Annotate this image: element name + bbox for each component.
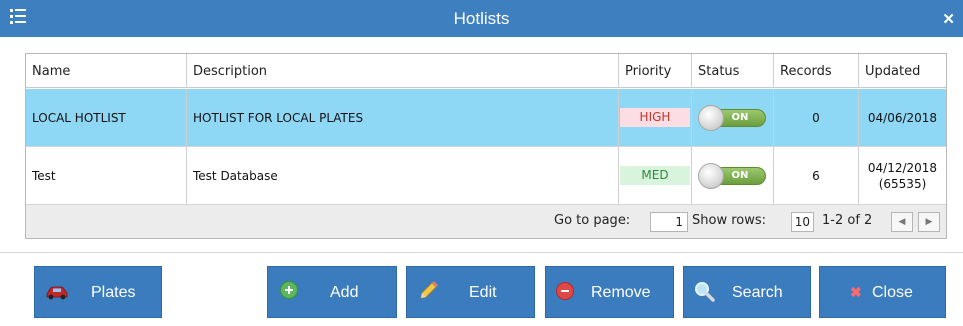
cell-priority: MED <box>619 147 692 204</box>
cell-updated: 04/12/2018 (65535) <box>859 147 946 204</box>
edit-button-label: Edit <box>469 284 497 301</box>
plates-button-label: Plates <box>91 284 136 301</box>
pager: Go to page: 1 Show rows: 10 1-2 of 2 ◀ ▶ <box>26 205 946 238</box>
add-button[interactable]: Add <box>267 266 397 318</box>
car-icon <box>45 284 69 305</box>
table-row[interactable]: Test Test Database MED ON 6 04/12/2018 (… <box>26 147 946 205</box>
grid-header: Name Description Priority Status Records… <box>26 54 946 88</box>
close-button-label: Close <box>872 284 913 301</box>
cell-name: LOCAL HOTLIST <box>26 89 187 146</box>
cell-name: Test <box>26 147 187 204</box>
next-page-button[interactable]: ▶ <box>918 212 940 232</box>
hotlists-grid: Name Description Priority Status Records… <box>25 53 947 239</box>
goto-page-label: Go to page: <box>554 213 631 228</box>
updated-date: 04/06/2018 <box>867 110 938 125</box>
updated-date: 04/12/2018 <box>867 160 938 175</box>
priority-badge: HIGH <box>620 108 690 127</box>
x-icon: ✖ <box>850 284 862 300</box>
magnifier-icon <box>694 281 716 308</box>
column-header-status[interactable]: Status <box>692 54 774 88</box>
cell-description: HOTLIST FOR LOCAL PLATES <box>187 89 619 146</box>
column-header-records[interactable]: Records <box>774 54 859 88</box>
column-header-description[interactable]: Description <box>187 54 619 88</box>
column-header-name[interactable]: Name <box>26 54 187 88</box>
show-rows-select[interactable]: 10 <box>791 212 814 232</box>
search-button-label: Search <box>732 284 783 301</box>
table-row[interactable]: LOCAL HOTLIST HOTLIST FOR LOCAL PLATES H… <box>26 89 946 147</box>
add-button-label: Add <box>330 284 359 301</box>
cell-priority: HIGH <box>619 89 692 146</box>
minus-circle-icon <box>556 282 574 300</box>
search-button[interactable]: Search <box>683 266 811 318</box>
remove-button-label: Remove <box>591 284 651 301</box>
plus-circle-icon <box>280 281 298 299</box>
status-toggle[interactable]: ON <box>697 104 768 131</box>
cell-records: 0 <box>774 89 859 146</box>
goto-page-input[interactable]: 1 <box>650 212 688 232</box>
cell-updated: 04/06/2018 <box>859 89 946 146</box>
column-header-priority[interactable]: Priority <box>619 54 692 88</box>
updated-extra: (65535) <box>878 176 927 191</box>
title-bar: Hotlists ✕ <box>0 0 963 37</box>
status-toggle-label: ON <box>731 111 749 123</box>
status-toggle[interactable]: ON <box>697 162 768 189</box>
close-icon[interactable]: ✕ <box>942 12 955 27</box>
cell-description: Test Database <box>187 147 619 204</box>
prev-page-button[interactable]: ◀ <box>891 212 913 232</box>
show-rows-label: Show rows: <box>692 213 767 228</box>
remove-button[interactable]: Remove <box>545 266 674 318</box>
divider <box>0 252 963 253</box>
plates-button[interactable]: Plates <box>34 266 162 318</box>
window-title: Hotlists <box>453 9 510 28</box>
cell-status: ON <box>692 147 774 204</box>
column-header-updated[interactable]: Updated <box>859 54 946 88</box>
status-toggle-label: ON <box>731 169 749 181</box>
page-range: 1-2 of 2 <box>822 213 873 228</box>
pencil-icon <box>417 280 439 307</box>
priority-badge: MED <box>620 166 690 185</box>
cell-records: 6 <box>774 147 859 204</box>
close-button[interactable]: ✖ Close <box>819 266 946 318</box>
cell-status: ON <box>692 89 774 146</box>
edit-button[interactable]: Edit <box>406 266 535 318</box>
